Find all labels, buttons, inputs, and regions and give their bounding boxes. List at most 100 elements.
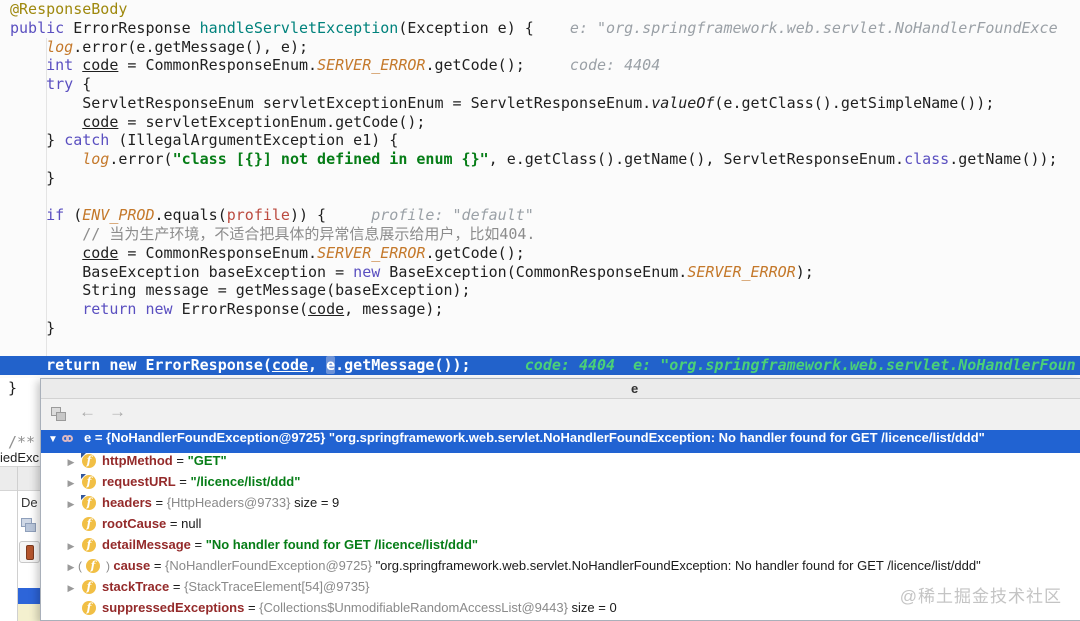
code-segment: (	[73, 206, 83, 225]
code-segment: class	[904, 150, 950, 168]
selected-variable-row[interactable]: ▼ e = {NoHandlerFoundException@9725} "org…	[41, 430, 1080, 453]
expand-triangle-icon[interactable]: ▶	[64, 457, 78, 468]
variable-value: null	[181, 516, 202, 531]
equals-sign: =	[172, 453, 188, 468]
code-segment: code	[82, 56, 119, 75]
code-line[interactable]: return new ErrorResponse(code, message);	[0, 300, 1080, 319]
variable-row[interactable]: ▶ f headers = {HttpHeaders@9733} size = 9	[41, 495, 1080, 516]
variable-row[interactable]: ▶ f httpMethod = "GET"	[41, 453, 1080, 474]
code-segment: int	[46, 56, 83, 75]
code-line[interactable]: ServletResponseEnum servletExceptionEnum…	[0, 94, 1080, 113]
code-segment: = CommonResponseEnum.	[118, 243, 318, 262]
code-segment: BaseException(CommonResponseEnum.	[389, 262, 688, 281]
code-segment: ,	[308, 356, 327, 375]
code-line[interactable]: @ResponseBody	[0, 0, 1080, 19]
collapse-triangle-icon[interactable]: ▼	[48, 434, 62, 445]
field-icon: f	[81, 495, 96, 510]
code-line[interactable]: log.error(e.getMessage(), e);	[0, 38, 1080, 57]
variable-value: "No handler found for GET /licence/list/…	[205, 537, 479, 552]
popup-title-bar[interactable]: e	[41, 379, 1080, 399]
code-segment: (Exception e) {	[398, 18, 534, 37]
variable-row[interactable]: ▶frootCause = null	[41, 516, 1080, 537]
variable-value: size = 9	[290, 495, 340, 510]
back-arrow-icon[interactable]: ←	[79, 402, 96, 422]
code-line[interactable]	[0, 188, 1080, 207]
code-segment: .getCode();	[425, 56, 525, 75]
code-line[interactable]: // 当为生产环境，不适合把具体的异常信息展示给用户，比如404.	[0, 225, 1080, 244]
code-segment: new	[353, 262, 390, 281]
code-segment: String message = getMessage(baseExceptio…	[10, 281, 471, 300]
code-segment: = CommonResponseEnum.	[118, 56, 318, 75]
code-segment: code: 4404	[524, 56, 661, 75]
code-segment: BaseException baseException =	[10, 262, 354, 281]
threads-icon[interactable]	[19, 541, 40, 563]
field-icon: f	[81, 453, 96, 468]
code-line[interactable]: try {	[0, 75, 1080, 94]
variable-name: cause	[113, 558, 151, 573]
code-segment: code	[82, 243, 119, 262]
variable-name: suppressedExceptions	[102, 600, 245, 615]
code-segment: code: 4404	[524, 356, 616, 375]
code-line[interactable]: public ErrorResponse handleServletExcept…	[0, 19, 1080, 38]
variable-name: requestURL	[102, 474, 176, 489]
code-line[interactable]: }	[0, 169, 1080, 188]
code-segment: profile	[226, 206, 290, 225]
partial-label: iedExc	[0, 450, 40, 465]
code-line[interactable]: code = servletExceptionEnum.getCode();	[0, 113, 1080, 132]
code-segment: log	[82, 150, 110, 168]
code-segment: try	[46, 75, 83, 93]
variable-row[interactable]: ▶ f detailMessage = "No handler found for …	[41, 537, 1080, 558]
code-segment: code	[308, 300, 345, 318]
watermark: @稀土掘金技术社区	[899, 587, 1062, 606]
panel-divider-band	[0, 466, 42, 491]
code-line[interactable]: } catch (IllegalArgumentException e1) {	[0, 131, 1080, 150]
code-lines: @ResponseBody public ErrorResponse handle…	[0, 0, 1080, 375]
expand-triangle-icon[interactable]: ▶	[64, 478, 78, 489]
forward-arrow-icon[interactable]: →	[109, 402, 126, 422]
current-execution-line[interactable]: return new ErrorResponse(code, e.getMess…	[0, 356, 1080, 375]
code-line[interactable]: code = CommonResponseEnum.SERVER_ERROR.g…	[0, 244, 1080, 263]
code-line[interactable]: BaseException baseException = new BaseEx…	[0, 263, 1080, 282]
variable-name: stackTrace	[102, 579, 170, 594]
code-segment: }	[10, 131, 65, 150]
popup-toolbar: ← →	[41, 399, 1080, 430]
variable-row[interactable]: ▶ f requestURL = "/licence/list/ddd"	[41, 474, 1080, 495]
code-segment: .getMessage());	[335, 356, 471, 375]
equals-sign: =	[190, 537, 206, 552]
code-line[interactable]: int code = CommonResponseEnum.SERVER_ERR…	[0, 56, 1080, 75]
code-segment: handleServletException	[199, 18, 399, 37]
indent-guide	[46, 38, 47, 356]
code-segment: catch	[64, 131, 119, 150]
copy-icon[interactable]	[51, 407, 67, 421]
code-line[interactable]	[0, 338, 1080, 357]
rings-icon	[62, 430, 84, 445]
code-line[interactable]: }	[0, 319, 1080, 338]
equals-sign: =	[244, 600, 260, 615]
code-line[interactable]: log.error("class [{}] not defined in enu…	[0, 150, 1080, 169]
code-segment: valueOf	[651, 93, 715, 112]
code-editor[interactable]: @ResponseBody public ErrorResponse handle…	[0, 0, 1080, 378]
paren-decoration: (	[78, 559, 82, 573]
frames-icon[interactable]	[21, 518, 39, 534]
debugger-tab-partial[interactable]: De	[21, 495, 38, 510]
library-frame-fragment[interactable]	[18, 604, 42, 621]
code-segment: ServletResponseEnum servletExceptionEnum…	[10, 93, 652, 112]
code-segment: code	[82, 112, 119, 131]
selected-frame-fragment[interactable]	[18, 588, 42, 604]
variable-name: httpMethod	[102, 453, 173, 468]
code-segment: ErrorResponse	[73, 18, 200, 37]
expand-triangle-icon[interactable]: ▶	[64, 499, 78, 510]
expand-triangle-icon[interactable]: ▶	[64, 583, 78, 594]
equals-sign: =	[175, 474, 191, 489]
expand-triangle-icon[interactable]: ▶	[64, 562, 78, 573]
code-segment: .getName());	[949, 150, 1058, 168]
code-segment: e: "org.springframework.web.servlet.NoHa…	[533, 18, 1058, 37]
code-line[interactable]: String message = getMessage(baseExceptio…	[0, 281, 1080, 300]
code-segment: ErrorResponse(	[181, 300, 309, 318]
code-line[interactable]: if (ENV_PROD.equals(profile)) { profile:…	[0, 206, 1080, 225]
variable-name: detailMessage	[102, 537, 191, 552]
expand-triangle-icon[interactable]: ▶	[64, 541, 78, 552]
variable-row[interactable]: ▶(f) cause = {NoHandlerFoundException@97…	[41, 558, 1080, 579]
